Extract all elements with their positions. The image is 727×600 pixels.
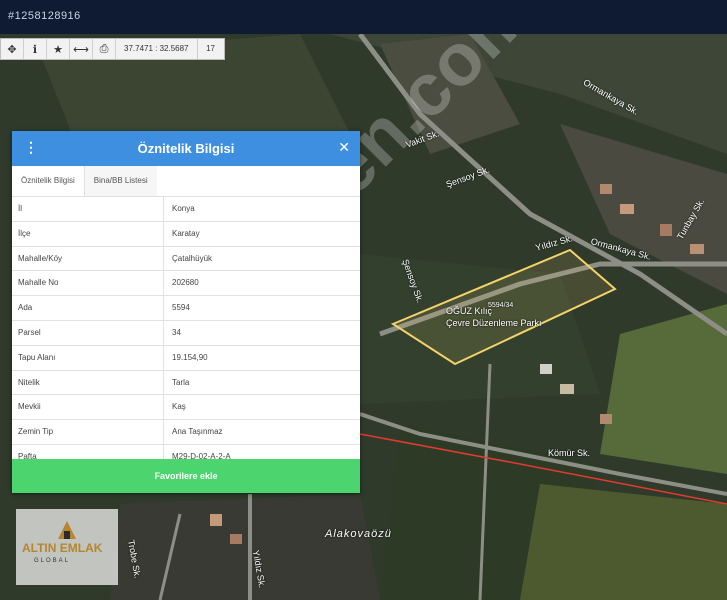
- add-to-favorites-button[interactable]: Favorilere ekle: [12, 459, 360, 493]
- table-row: Mevkii Kaş: [12, 395, 360, 421]
- table-row: İlçe Karatay: [12, 221, 360, 247]
- star-icon[interactable]: ★: [47, 39, 70, 59]
- table-row: Mahalle/Köy Çatalhüyük: [12, 246, 360, 272]
- panel-tabs: Öznitelik Bilgisi Bina/BB Listesi: [12, 166, 360, 197]
- row-key: İlçe: [12, 221, 164, 246]
- coordinate-readout: 37.7471 : 32.5687: [116, 39, 198, 59]
- print-icon[interactable]: ⎙: [93, 39, 116, 59]
- info-icon[interactable]: ℹ: [24, 39, 47, 59]
- parcel-number: 5594/34: [488, 302, 514, 309]
- table-row: Parsel 34: [12, 320, 360, 346]
- row-value: 202680: [172, 278, 199, 288]
- measure-icon[interactable]: ⟷: [70, 39, 93, 59]
- attribute-panel: ⋮ Öznitelik Bilgisi ✕ Öznitelik Bilgisi …: [12, 131, 360, 493]
- logo-mark-icon: [58, 521, 76, 539]
- row-key: Zemin Tip: [12, 420, 164, 444]
- row-value: 34: [172, 327, 181, 337]
- row-value: Konya: [172, 204, 195, 213]
- place-label: Alakovaözü: [325, 528, 392, 540]
- row-key: Nitelik: [12, 370, 164, 395]
- table-row: İl Konya: [12, 197, 360, 222]
- row-value: Kaş: [172, 402, 186, 412]
- logo-title: ALTIN EMLAK: [22, 541, 103, 555]
- tab-attributes[interactable]: Öznitelik Bilgisi: [12, 166, 85, 196]
- logo-subtitle: GLOBAL: [34, 558, 71, 564]
- attribute-table: İl Konya İlçe Karatay Mahalle/Köy Çatalhüyü…: [12, 197, 360, 470]
- panel-title: Öznitelik Bilgisi: [137, 141, 235, 156]
- street-label: Kömür Sk.: [548, 448, 591, 458]
- row-key: Ada: [12, 296, 164, 320]
- parcel-label: OĞUZ Kılıç: [446, 306, 493, 316]
- table-row: Tapu Alanı 19.154,90: [12, 345, 360, 371]
- row-value: Ana Taşınmaz: [172, 427, 223, 437]
- listing-id: #1258128916: [8, 10, 81, 22]
- map-toolbar: ✥ ℹ ★ ⟷ ⎙ 37.7471 : 32.5687 17: [0, 38, 225, 60]
- parcel-label: Çevre Düzenleme Parkı: [446, 318, 542, 328]
- row-key: Mevkii: [12, 395, 164, 420]
- agency-logo: ALTIN EMLAK GLOBAL: [16, 509, 118, 585]
- table-row: Zemin Tip Ana Taşınmaz: [12, 420, 360, 445]
- row-key: Parsel: [12, 320, 164, 345]
- close-icon[interactable]: ✕: [338, 140, 350, 154]
- row-value: Çatalhüyük: [172, 253, 213, 263]
- row-value: 19.154,90: [172, 352, 208, 362]
- row-key: Tapu Alanı: [12, 345, 164, 370]
- table-row: Ada 5594: [12, 296, 360, 321]
- row-value: Karatay: [172, 228, 200, 238]
- table-row: Mahalle No 202680: [12, 271, 360, 297]
- row-key: Mahalle/Köy: [12, 246, 164, 271]
- table-row: Nitelik Tarla: [12, 370, 360, 396]
- row-key: Mahalle No: [12, 271, 164, 296]
- top-bar: #1258128916: [0, 0, 727, 34]
- panel-header: ⋮ Öznitelik Bilgisi ✕: [12, 131, 360, 166]
- zoom-level: 17: [206, 44, 215, 53]
- row-key: İl: [12, 197, 164, 221]
- move-icon[interactable]: ✥: [1, 39, 24, 59]
- row-value: Tarla: [172, 377, 190, 387]
- row-value: 5594: [172, 303, 190, 313]
- tab-building-list[interactable]: Bina/BB Listesi: [84, 166, 157, 196]
